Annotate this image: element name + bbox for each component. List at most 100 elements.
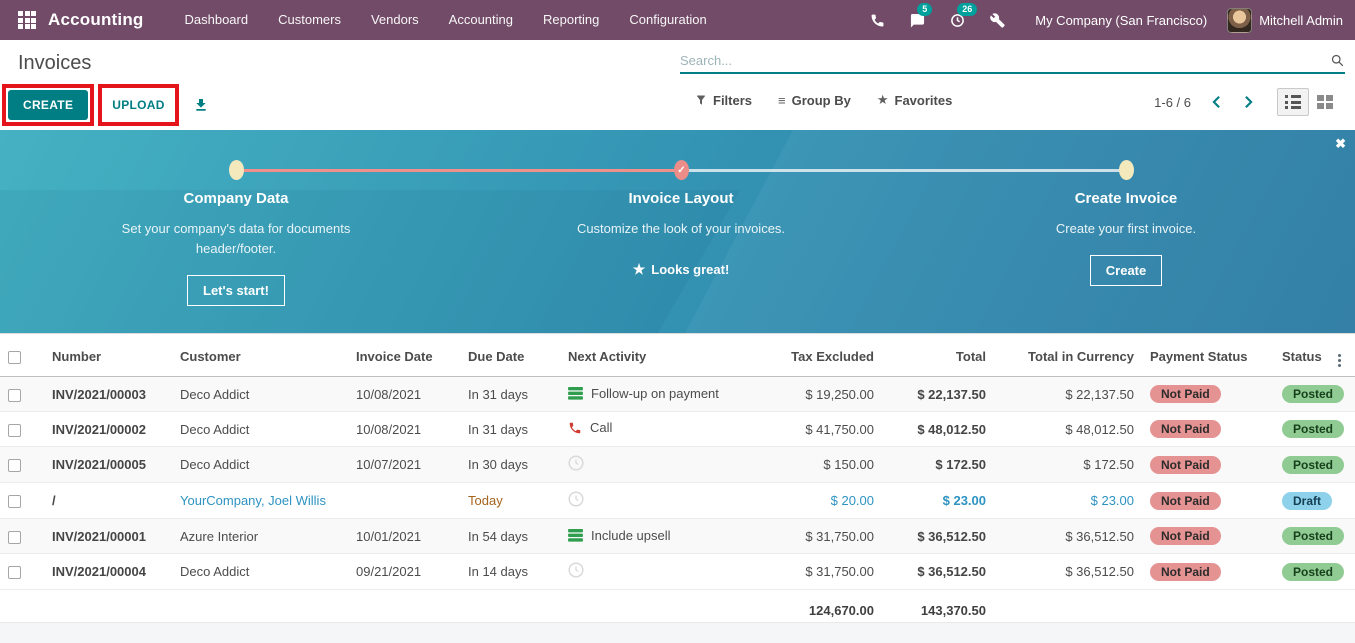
onboarding-step-invoice-layout: Invoice Layout Customize the look of you…	[501, 190, 861, 279]
menu-dashboard[interactable]: Dashboard	[170, 0, 264, 40]
step-title: Create Invoice	[946, 190, 1306, 207]
row-checkbox[interactable]	[8, 459, 21, 472]
row-checkbox[interactable]	[8, 389, 21, 402]
col-status[interactable]: Status	[1274, 334, 1330, 377]
col-customer[interactable]: Customer	[172, 334, 348, 377]
page-title: Invoices	[18, 52, 91, 75]
list-view-button[interactable]	[1277, 88, 1309, 116]
footer-strip	[0, 622, 1355, 643]
row-checkbox[interactable]	[8, 424, 21, 437]
main-menu: Dashboard Customers Vendors Accounting R…	[170, 0, 722, 40]
step-description: Create your first invoice.	[1011, 219, 1241, 239]
annotation-box-create: CREATE	[2, 84, 94, 126]
banner-close-icon[interactable]: ✖	[1335, 136, 1346, 152]
menu-accounting[interactable]: Accounting	[434, 0, 528, 40]
table-header-row: Number Customer Invoice Date Due Date Ne…	[0, 334, 1355, 377]
status-badge: Posted	[1282, 385, 1344, 403]
lets-start-button[interactable]: Let's start!	[187, 275, 285, 306]
invoice-list: Number Customer Invoice Date Due Date Ne…	[0, 333, 1355, 631]
onboarding-progress: ✓	[0, 169, 1355, 172]
messages-badge: 5	[917, 3, 932, 16]
group-by-button[interactable]: ≡ Group By	[778, 93, 851, 108]
activities-icon[interactable]: 26	[947, 10, 967, 30]
menu-vendors[interactable]: Vendors	[356, 0, 434, 40]
col-number[interactable]: Number	[44, 334, 172, 377]
col-payment-status[interactable]: Payment Status	[1142, 334, 1274, 377]
filter-icon	[695, 94, 707, 106]
optional-columns-icon[interactable]	[1338, 354, 1341, 367]
user-name: Mitchell Admin	[1259, 13, 1343, 28]
col-total[interactable]: Total	[882, 334, 994, 377]
menu-customers[interactable]: Customers	[263, 0, 356, 40]
create-button[interactable]: CREATE	[8, 90, 88, 120]
onboarding-step-company-data: Company Data Set your company's data for…	[56, 190, 416, 306]
export-icon[interactable]	[193, 97, 209, 113]
step-description: Set your company's data for documents he…	[121, 219, 351, 259]
group-by-icon: ≡	[778, 93, 786, 108]
favorites-button[interactable]: ★ Favorites	[877, 92, 952, 108]
kanban-view-icon	[1317, 95, 1333, 109]
table-row[interactable]: INV/2021/00003 Deco Addict 10/08/2021 In…	[0, 377, 1355, 412]
pager-previous-icon[interactable]	[1205, 91, 1227, 113]
avatar	[1227, 8, 1252, 33]
table-row[interactable]: INV/2021/00001 Azure Interior 10/01/2021…	[0, 519, 1355, 554]
status-badge: Posted	[1282, 420, 1344, 438]
step-dot-invoice-layout-check-icon: ✓	[674, 160, 689, 180]
app-name[interactable]: Accounting	[48, 10, 144, 30]
status-badge: Posted	[1282, 563, 1344, 581]
clock-activity-icon[interactable]	[568, 491, 584, 507]
status-badge: Posted	[1282, 456, 1344, 474]
user-menu[interactable]: Mitchell Admin	[1227, 8, 1343, 33]
view-switcher	[1277, 88, 1341, 116]
row-checkbox[interactable]	[8, 531, 21, 544]
phone-icon[interactable]	[867, 10, 887, 30]
table-row[interactable]: / YourCompany, Joel Willis Today $ 20.00…	[0, 483, 1355, 519]
call-activity-icon[interactable]	[568, 421, 582, 435]
row-checkbox[interactable]	[8, 566, 21, 579]
kanban-view-button[interactable]	[1309, 88, 1341, 116]
col-invoice-date[interactable]: Invoice Date	[348, 334, 460, 377]
control-panel: Invoices CREATE UPLOAD Filters ≡ Group B…	[0, 40, 1355, 130]
upload-button[interactable]: UPLOAD	[104, 90, 172, 120]
tools-icon[interactable]	[987, 10, 1007, 30]
table-row[interactable]: INV/2021/00002 Deco Addict 10/08/2021 In…	[0, 412, 1355, 447]
clock-activity-icon[interactable]	[568, 562, 584, 578]
payment-status-badge: Not Paid	[1150, 420, 1221, 438]
clock-activity-icon[interactable]	[568, 455, 584, 471]
payment-status-badge: Not Paid	[1150, 456, 1221, 474]
table-row[interactable]: INV/2021/00005 Deco Addict 10/07/2021 In…	[0, 447, 1355, 483]
star-icon: ★	[877, 92, 889, 108]
col-tax-excluded[interactable]: Tax Excluded	[760, 334, 882, 377]
tasks-activity-icon[interactable]	[568, 529, 583, 542]
select-all-checkbox[interactable]	[8, 351, 21, 364]
menu-configuration[interactable]: Configuration	[614, 0, 721, 40]
step-title: Company Data	[56, 190, 416, 207]
col-total-in-currency[interactable]: Total in Currency	[994, 334, 1142, 377]
table-row[interactable]: INV/2021/00004 Deco Addict 09/21/2021 In…	[0, 554, 1355, 590]
list-view-icon	[1285, 95, 1301, 109]
row-checkbox[interactable]	[8, 495, 21, 508]
status-badge: Draft	[1282, 492, 1332, 510]
pager-next-icon[interactable]	[1237, 91, 1259, 113]
search-bar	[680, 53, 1345, 74]
filters-button[interactable]: Filters	[695, 93, 752, 108]
company-switcher[interactable]: My Company (San Francisco)	[1035, 13, 1207, 28]
payment-status-badge: Not Paid	[1150, 563, 1221, 581]
onboarding-step-create-invoice: Create Invoice Create your first invoice…	[946, 190, 1306, 286]
messages-icon[interactable]: 5	[907, 10, 927, 30]
search-icon[interactable]	[1330, 53, 1345, 68]
apps-menu-icon[interactable]	[18, 11, 36, 29]
onboarding-banner: ✖ ✓ Company Data Set your company's data…	[0, 130, 1355, 333]
status-badge: Posted	[1282, 527, 1344, 545]
col-next-activity[interactable]: Next Activity	[560, 334, 760, 377]
search-input[interactable]	[680, 53, 1330, 68]
create-invoice-button[interactable]: Create	[1090, 255, 1162, 286]
step-dot-company-data	[229, 160, 244, 180]
search-options: Filters ≡ Group By ★ Favorites	[695, 92, 952, 108]
top-navbar: Accounting Dashboard Customers Vendors A…	[0, 0, 1355, 40]
col-due-date[interactable]: Due Date	[460, 334, 560, 377]
step-title: Invoice Layout	[501, 190, 861, 207]
tasks-activity-icon[interactable]	[568, 387, 583, 400]
looks-great-link[interactable]: ★ Looks great!	[633, 261, 730, 278]
menu-reporting[interactable]: Reporting	[528, 0, 614, 40]
